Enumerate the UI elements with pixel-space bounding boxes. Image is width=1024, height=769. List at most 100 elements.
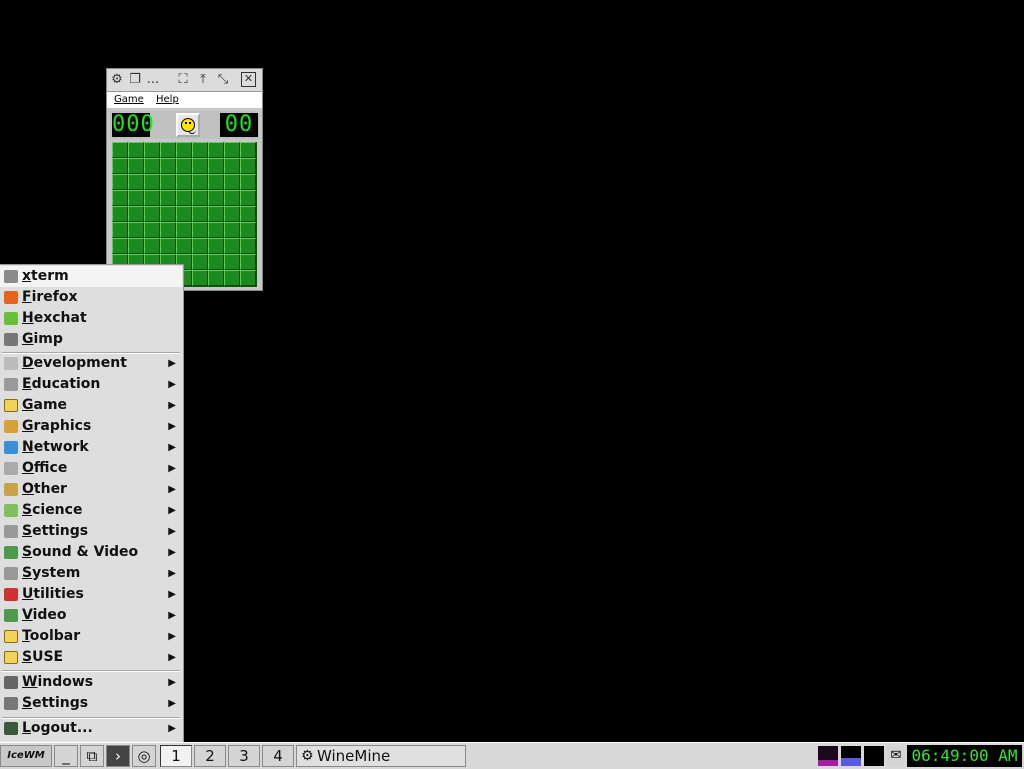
menu-item-suse[interactable]: SUSE ▶ [0, 647, 182, 668]
mine-cell[interactable] [144, 206, 160, 222]
mine-cell[interactable] [144, 158, 160, 174]
mine-cell[interactable] [176, 158, 192, 174]
minimize-icon[interactable]: ⤡ [215, 72, 231, 88]
menu-item-office[interactable]: Office ▶ [0, 458, 182, 479]
mine-cell[interactable] [128, 158, 144, 174]
clock[interactable]: 06:49:00 AM [907, 745, 1022, 767]
mine-cell[interactable] [112, 158, 128, 174]
menu-item-science[interactable]: Science ▶ [0, 500, 182, 521]
raise-icon[interactable]: ⤒ [195, 72, 211, 88]
mine-cell[interactable] [192, 158, 208, 174]
show-desktop-button[interactable]: _ [54, 745, 78, 767]
restore-icon[interactable]: ❐ [127, 72, 143, 88]
mine-cell[interactable] [128, 190, 144, 206]
mine-cell[interactable] [192, 222, 208, 238]
workspace-1[interactable]: 1 [160, 745, 192, 767]
mine-cell[interactable] [208, 254, 224, 270]
mine-cell[interactable] [224, 158, 240, 174]
mine-cell[interactable] [176, 222, 192, 238]
mine-cell[interactable] [176, 142, 192, 158]
mine-cell[interactable] [208, 190, 224, 206]
menu-item-hexchat[interactable]: Hexchat [0, 308, 182, 329]
mine-cell[interactable] [208, 238, 224, 254]
mine-cell[interactable] [240, 254, 256, 270]
mine-cell[interactable] [224, 254, 240, 270]
mine-cell[interactable] [192, 270, 208, 286]
menu-item-other[interactable]: Other ▶ [0, 479, 182, 500]
menu-item-gimp[interactable]: Gimp [0, 329, 182, 350]
window-list-button[interactable]: ⧉ [80, 745, 104, 767]
mine-cell[interactable] [224, 270, 240, 286]
menu-item-utilities[interactable]: Utilities ▶ [0, 584, 182, 605]
workspace-2[interactable]: 2 [194, 745, 226, 767]
menu-item-game[interactable]: Game ▶ [0, 395, 182, 416]
browser-launcher[interactable]: ◎ [132, 745, 156, 767]
mine-cell[interactable] [208, 142, 224, 158]
mine-cell[interactable] [112, 142, 128, 158]
mail-icon[interactable]: ✉ [887, 746, 905, 766]
mine-cell[interactable] [240, 206, 256, 222]
menu-item-windows[interactable]: Windows ▶ [0, 672, 182, 693]
mine-cell[interactable] [176, 174, 192, 190]
task-winemine[interactable]: ⚙ WineMine [296, 745, 466, 767]
mine-cell[interactable] [224, 238, 240, 254]
mine-cell[interactable] [240, 174, 256, 190]
mine-cell[interactable] [224, 190, 240, 206]
mine-cell[interactable] [128, 206, 144, 222]
menu-item-xterm[interactable]: xterm [0, 266, 182, 287]
mine-cell[interactable] [192, 254, 208, 270]
mine-cell[interactable] [176, 190, 192, 206]
menu-item-sound-video[interactable]: Sound & Video ▶ [0, 542, 182, 563]
cpu-monitor-icon[interactable] [818, 746, 838, 766]
menu-help[interactable]: Help [156, 94, 179, 105]
mine-cell[interactable] [144, 238, 160, 254]
mine-cell[interactable] [192, 142, 208, 158]
workspace-3[interactable]: 3 [228, 745, 260, 767]
mine-cell[interactable] [112, 238, 128, 254]
smiley-button[interactable] [176, 113, 200, 137]
mine-cell[interactable] [128, 238, 144, 254]
mine-cell[interactable] [208, 158, 224, 174]
menu-item-graphics[interactable]: Graphics ▶ [0, 416, 182, 437]
menu-item-settings[interactable]: Settings ▶ [0, 521, 182, 542]
mine-cell[interactable] [128, 142, 144, 158]
terminal-launcher[interactable]: › [106, 745, 130, 767]
gear-icon[interactable]: ⚙ [109, 72, 125, 88]
mine-cell[interactable] [176, 238, 192, 254]
mine-cell[interactable] [144, 190, 160, 206]
menu-item-education[interactable]: Education ▶ [0, 374, 182, 395]
mine-cell[interactable] [240, 190, 256, 206]
mine-cell[interactable] [192, 238, 208, 254]
mine-cell[interactable] [240, 222, 256, 238]
mine-cell[interactable] [144, 222, 160, 238]
mine-cell[interactable] [160, 206, 176, 222]
menu-item-development[interactable]: Development ▶ [0, 353, 182, 374]
mine-cell[interactable] [192, 190, 208, 206]
mine-cell[interactable] [144, 142, 160, 158]
close-icon[interactable]: ✕ [241, 72, 256, 87]
mine-cell[interactable] [160, 238, 176, 254]
mine-cell[interactable] [224, 142, 240, 158]
network-monitor-icon[interactable] [841, 746, 861, 766]
mine-cell[interactable] [160, 174, 176, 190]
menu-item-video[interactable]: Video ▶ [0, 605, 182, 626]
mine-cell[interactable] [128, 222, 144, 238]
menu-item-network[interactable]: Network ▶ [0, 437, 182, 458]
mine-cell[interactable] [160, 158, 176, 174]
mine-cell[interactable] [112, 222, 128, 238]
mine-cell[interactable] [208, 206, 224, 222]
mine-cell[interactable] [192, 206, 208, 222]
mine-cell[interactable] [192, 174, 208, 190]
menu-item-system[interactable]: System ▶ [0, 563, 182, 584]
menu-item-settings[interactable]: Settings ▶ [0, 693, 182, 714]
mine-cell[interactable] [240, 238, 256, 254]
mine-cell[interactable] [128, 174, 144, 190]
mine-cell[interactable] [240, 270, 256, 286]
mine-cell[interactable] [224, 222, 240, 238]
mine-cell[interactable] [224, 206, 240, 222]
mine-cell[interactable] [144, 174, 160, 190]
mine-cell[interactable] [240, 158, 256, 174]
mine-cell[interactable] [160, 190, 176, 206]
mine-cell[interactable] [112, 206, 128, 222]
mine-cell[interactable] [160, 142, 176, 158]
